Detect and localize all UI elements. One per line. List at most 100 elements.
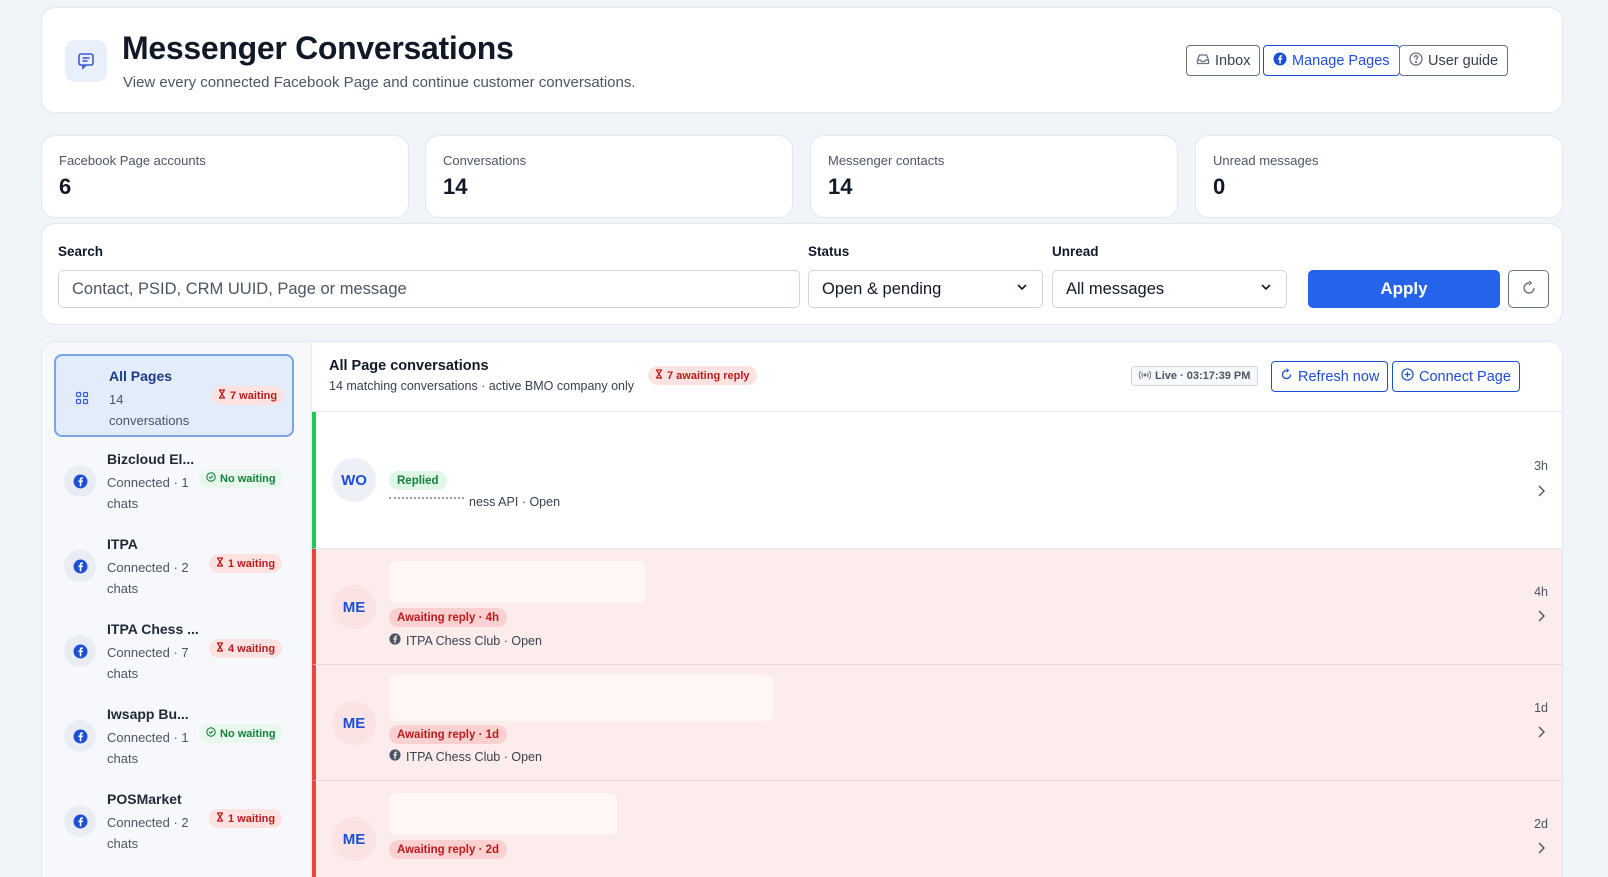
refresh-now-button[interactable]: Refresh now <box>1271 361 1389 392</box>
conversation-time: 3h <box>1534 459 1548 473</box>
facebook-icon <box>389 749 401 764</box>
inbox-button-label: Inbox <box>1215 52 1251 69</box>
help-icon <box>1409 51 1423 70</box>
sidebar-item-meta: Connected · 2 chats <box>107 560 189 596</box>
waiting-badge-label: 4 waiting <box>228 642 276 655</box>
status-select[interactable]: Open & pending <box>808 270 1043 308</box>
page-subtitle: View every connected Facebook Page and c… <box>123 74 636 91</box>
user-guide-button[interactable]: User guide <box>1399 45 1509 76</box>
conversation-meta-text: ITPA Chess Club · Open <box>406 749 542 764</box>
avatar: ME <box>332 817 376 861</box>
waiting-badge-label: 1 waiting <box>228 812 276 825</box>
status-label: Status <box>808 244 850 259</box>
refresh-now-label: Refresh now <box>1298 368 1380 385</box>
sidebar-item-bizcloud[interactable]: Bizcloud El... Connected · 1 chats No wa… <box>54 439 294 522</box>
awaiting-reply-label: 7 awaiting reply <box>667 369 750 382</box>
stat-value: 14 <box>443 174 468 199</box>
avatar: ME <box>332 701 376 745</box>
conversation-row[interactable]: ME Awaiting reply · 4h ITPA Chess Club ·… <box>312 549 1562 665</box>
conversation-meta: ITPA Chess Club · Open <box>389 633 542 648</box>
hourglass-icon <box>655 369 663 382</box>
conversation-row[interactable]: WO Replied ness API · Open 3h <box>312 412 1562 549</box>
inbox-button[interactable]: Inbox <box>1186 45 1261 76</box>
reset-button[interactable] <box>1508 270 1549 308</box>
sidebar-item-itpa-chess[interactable]: ITPA Chess ... Connected · 7 chats 4 wai… <box>54 609 294 692</box>
check-circle-icon <box>206 472 216 485</box>
conversations-panel: All Pages 14 conversations 7 waiting Biz… <box>41 341 1563 877</box>
broadcast-icon <box>1138 370 1152 383</box>
sidebar-item-name: ITPA <box>107 536 138 552</box>
facebook-icon <box>389 633 401 648</box>
plus-circle-icon <box>1401 368 1414 385</box>
sidebar-item-name: POSMarket <box>107 791 182 807</box>
search-input[interactable]: Contact, PSID, CRM UUID, Page or message <box>58 270 800 308</box>
stat-label: Facebook Page accounts <box>59 153 206 168</box>
manage-pages-button[interactable]: Manage Pages <box>1263 45 1400 76</box>
unread-label: Unread <box>1052 244 1099 259</box>
facebook-icon <box>64 635 96 667</box>
no-waiting-badge: No waiting <box>199 724 283 743</box>
waiting-badge: 7 waiting <box>211 386 285 405</box>
refresh-icon <box>1280 368 1293 385</box>
hourglass-icon <box>216 642 224 655</box>
sidebar-item-all-pages[interactable]: All Pages 14 conversations 7 waiting <box>54 354 294 437</box>
apply-button[interactable]: Apply <box>1308 270 1500 308</box>
facebook-icon <box>1273 52 1287 70</box>
no-waiting-badge-label: No waiting <box>220 472 276 485</box>
page-title: Messenger Conversations <box>122 30 514 66</box>
stat-value: 14 <box>828 174 853 199</box>
conversation-time: 4h <box>1534 585 1548 599</box>
sidebar-item-name: ITPA Chess ... <box>107 621 199 637</box>
stat-label: Unread messages <box>1213 153 1319 168</box>
sidebar-item-meta: Connected · 2 chats <box>107 815 189 851</box>
hourglass-icon <box>216 812 224 825</box>
chevron-right-icon <box>1536 609 1546 628</box>
connect-page-button[interactable]: Connect Page <box>1392 361 1520 392</box>
stat-label: Messenger contacts <box>828 153 945 168</box>
stat-label: Conversations <box>443 153 527 168</box>
waiting-badge: 1 waiting <box>209 809 283 828</box>
status-value: Open & pending <box>822 279 942 298</box>
conversation-meta-text: ness API · Open <box>469 495 561 509</box>
search-placeholder: Contact, PSID, CRM UUID, Page or message <box>72 279 407 298</box>
hourglass-icon <box>216 557 224 570</box>
redacted-preview <box>389 675 773 721</box>
conversation-meta: ness API · Open <box>389 495 560 509</box>
manage-pages-label: Manage Pages <box>1292 52 1390 69</box>
sidebar-item-iwsapp[interactable]: Iwsapp Bu... Connected · 1 chats No wait… <box>54 694 294 777</box>
conversation-time: 1d <box>1534 701 1548 715</box>
page-sidebar: All Pages 14 conversations 7 waiting Biz… <box>42 342 312 877</box>
grid-icon <box>66 382 98 414</box>
live-status-label: Live · 03:17:39 PM <box>1155 370 1251 382</box>
facebook-icon <box>64 465 96 497</box>
stat-card-unread: Unread messages 0 <box>1195 135 1563 218</box>
conversation-row[interactable]: ME Awaiting reply · 1d ITPA Chess Club ·… <box>312 665 1562 781</box>
awaiting-badge: Awaiting reply · 4h <box>389 608 508 627</box>
conversation-row[interactable]: ME Awaiting reply · 2d 2d <box>312 781 1562 877</box>
chevron-down-icon <box>1015 280 1029 299</box>
sidebar-item-name: Iwsapp Bu... <box>107 706 189 722</box>
chevron-right-icon <box>1536 484 1546 503</box>
sidebar-item-posmarket[interactable]: POSMarket Connected · 2 chats 1 waiting <box>54 779 294 862</box>
conversation-list-header: All Page conversations 14 matching conve… <box>312 342 1562 412</box>
unread-value: All messages <box>1066 279 1165 298</box>
unread-select[interactable]: All messages <box>1052 270 1287 308</box>
chat-icon <box>65 40 107 82</box>
no-waiting-badge: No waiting <box>199 469 283 488</box>
facebook-icon <box>64 805 96 837</box>
filter-bar: Search Contact, PSID, CRM UUID, Page or … <box>41 223 1563 325</box>
redacted-text <box>389 496 464 500</box>
sidebar-item-name: All Pages <box>109 368 173 384</box>
sidebar-item-itpa[interactable]: ITPA Connected · 2 chats 1 waiting <box>54 524 294 607</box>
stat-card-conversations: Conversations 14 <box>425 135 793 218</box>
check-circle-icon <box>206 727 216 740</box>
connect-page-label: Connect Page <box>1419 368 1511 385</box>
stat-value: 0 <box>1213 174 1226 199</box>
avatar: WO <box>332 458 376 502</box>
sidebar-item-meta: Connected · 1 chats <box>107 730 189 766</box>
chevron-right-icon <box>1536 841 1546 860</box>
facebook-icon <box>64 550 96 582</box>
stat-value: 6 <box>59 174 72 199</box>
list-subtitle: 14 matching conversations · active BMO c… <box>329 379 634 393</box>
live-status: Live · 03:17:39 PM <box>1131 366 1259 386</box>
